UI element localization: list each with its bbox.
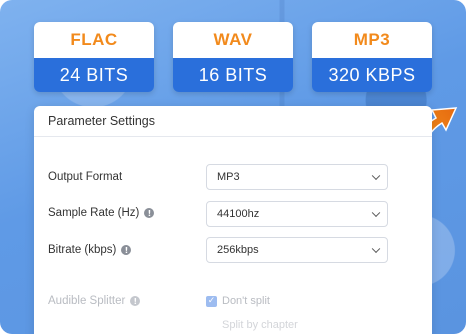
- info-icon[interactable]: !: [130, 296, 141, 306]
- sample-rate-label: Sample Rate (Hz) !: [48, 207, 155, 219]
- bitrate-select[interactable]: 256kbps: [206, 237, 388, 263]
- chevron-down-icon: [371, 171, 381, 181]
- audible-splitter-label: Audible Splitter !: [48, 295, 141, 307]
- chevron-down-icon: [371, 244, 381, 254]
- output-format-value: MP3: [217, 171, 240, 183]
- badge-quality-value: 16 BITS: [173, 58, 293, 92]
- dont-split-option[interactable]: ✓ Don't split: [206, 295, 270, 307]
- panel-title: Parameter Settings: [48, 114, 155, 128]
- output-format-label: Output Format: [48, 171, 122, 183]
- chevron-down-icon: [371, 208, 381, 218]
- parameter-settings-panel: Parameter Settings Output Format MP3 Sam…: [34, 106, 432, 334]
- bitrate-label-text: Bitrate (kbps): [48, 244, 117, 256]
- info-icon[interactable]: !: [144, 208, 155, 218]
- info-icon[interactable]: !: [121, 245, 132, 255]
- bitrate-label: Bitrate (kbps) !: [48, 244, 132, 256]
- bitrate-value: 256kbps: [217, 244, 259, 256]
- app-frame: FLAC 24 BITS WAV 16 BITS MP3 320 KBPS Pa…: [0, 0, 466, 334]
- badge-wav: WAV 16 BITS: [173, 22, 293, 92]
- badge-format-label: FLAC: [34, 22, 154, 58]
- output-format-label-text: Output Format: [48, 171, 123, 183]
- badge-quality-value: 320 KBPS: [312, 58, 432, 92]
- badge-quality-value: 24 BITS: [34, 58, 154, 92]
- badge-format-label: MP3: [312, 22, 432, 58]
- badge-mp3: MP3 320 KBPS: [312, 22, 432, 92]
- checkbox-checked-icon[interactable]: ✓: [206, 295, 217, 307]
- sample-rate-select[interactable]: 44100hz: [206, 201, 388, 227]
- output-format-select[interactable]: MP3: [206, 164, 388, 190]
- badge-flac: FLAC 24 BITS: [34, 22, 154, 92]
- split-by-chapter-option[interactable]: Split by chapter: [222, 319, 298, 331]
- dont-split-label: Don't split: [222, 295, 270, 307]
- sample-rate-value: 44100hz: [217, 208, 260, 220]
- sample-rate-label-text: Sample Rate (Hz): [48, 207, 140, 219]
- divider: [34, 136, 432, 137]
- audible-splitter-label-text: Audible Splitter: [48, 295, 126, 307]
- badge-format-label: WAV: [173, 22, 293, 58]
